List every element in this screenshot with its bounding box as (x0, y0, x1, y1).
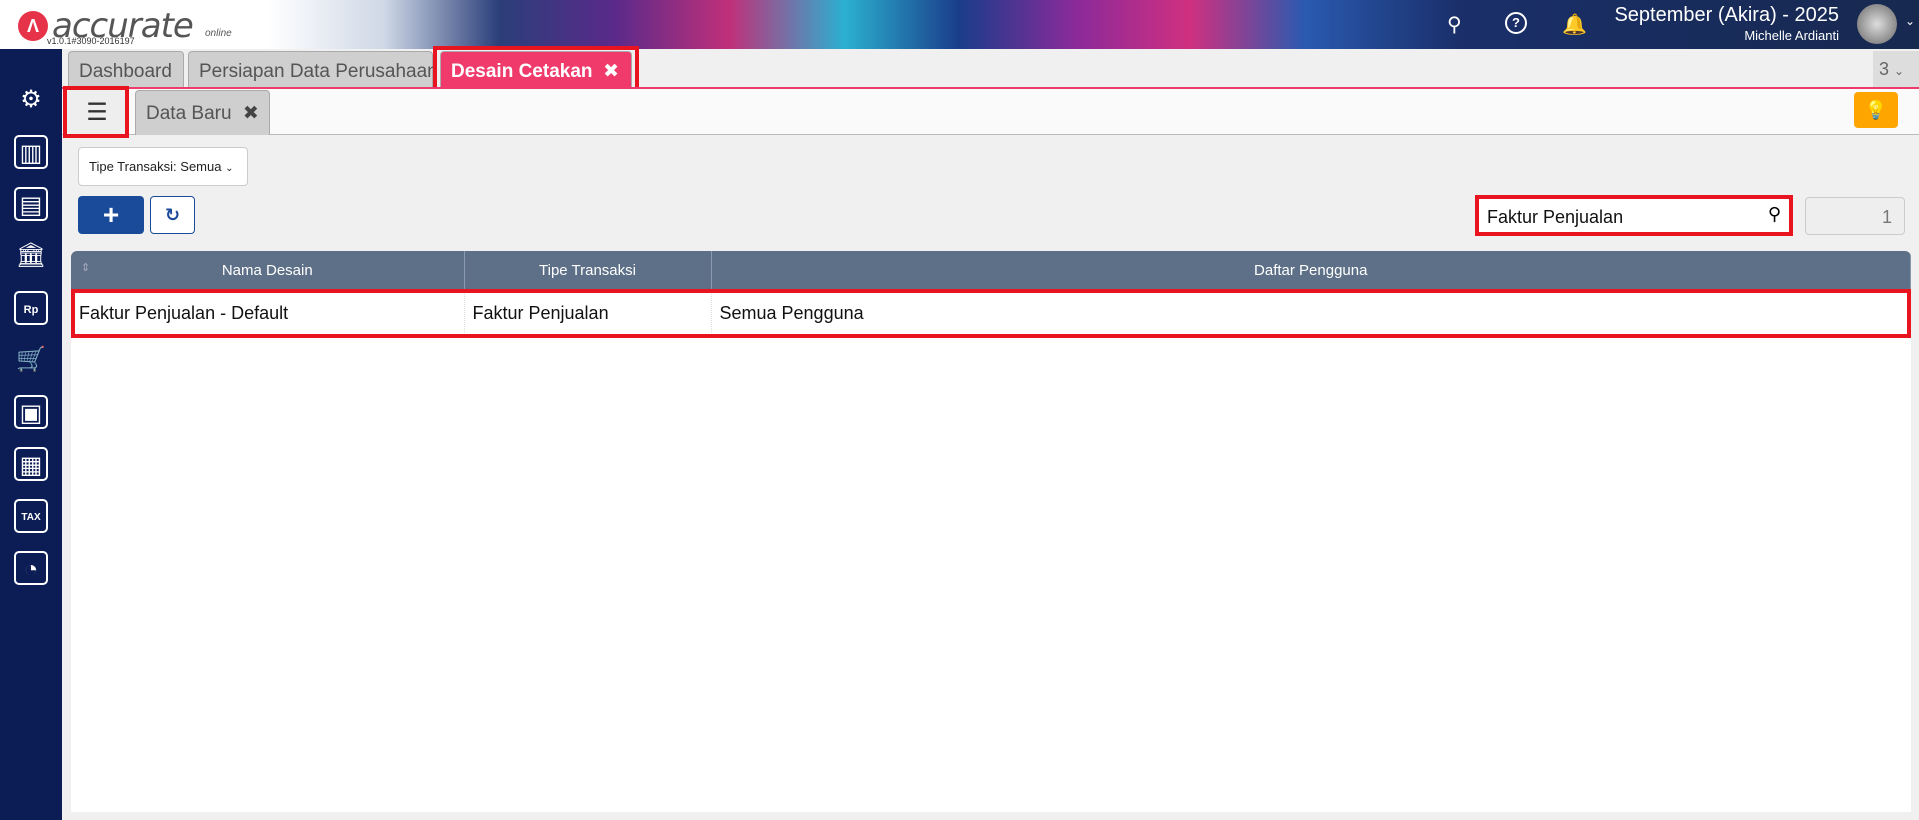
avatar[interactable] (1857, 4, 1897, 44)
tab-count-dropdown[interactable]: 3 ⌄ (1873, 51, 1919, 87)
tab-persiapan-data[interactable]: Persiapan Data Perusahaan (188, 51, 438, 88)
transaction-type-filter[interactable]: Tipe Transaksi: Semua ⌄ (78, 147, 248, 186)
close-icon[interactable]: ✖ (243, 103, 259, 124)
purchase-cart-icon[interactable]: 🛒 (14, 343, 48, 377)
asset-icon[interactable]: ▦ (14, 447, 48, 481)
tab-desain-cetakan[interactable]: Desain Cetakan ✖ (440, 51, 632, 88)
refresh-button[interactable]: ↻ (150, 196, 195, 234)
search-value: Faktur Penjualan (1487, 207, 1624, 227)
user-name: Michelle Ardianti (1744, 28, 1839, 43)
list-icon: ☰ (86, 98, 108, 126)
add-button[interactable]: + (78, 196, 144, 234)
hint-button[interactable]: 💡 (1854, 92, 1898, 128)
tab-label: Data Baru (146, 103, 232, 124)
column-label: Tipe Transaksi (539, 262, 636, 279)
cell-transaction-type: Faktur Penjualan (464, 290, 712, 337)
tab-label: Dashboard (79, 61, 172, 82)
cell-users: Semua Pengguna (711, 290, 1911, 337)
plus-icon: + (102, 199, 120, 230)
sort-icon[interactable]: ⇕ (81, 261, 90, 274)
version-text: v1.0.1#3090-2016197 (47, 36, 135, 46)
sales-icon[interactable]: Rp (14, 291, 48, 325)
list-view-button[interactable]: ☰ (67, 89, 127, 135)
cell-design-name: Faktur Penjualan - Default (71, 290, 465, 337)
ledger-icon[interactable]: ▤ (14, 187, 48, 221)
sidebar: ⚙ ▥ ▤ 🏛 Rp 🛒 ▣ ▦ TAX ◔ (0, 49, 62, 820)
bank-icon[interactable]: 🏛 (14, 239, 48, 273)
column-label: Daftar Pengguna (1254, 262, 1368, 279)
top-header: Λ accurate online v1.0.1#3090-2016197 ⚲ … (0, 0, 1919, 49)
bell-icon[interactable]: 🔔 (1562, 12, 1587, 37)
column-header[interactable]: ⇕ Nama Desain (71, 251, 465, 290)
filter-label: Tipe Transaksi: Semua (89, 159, 222, 174)
search-icon[interactable]: ⚲ (1447, 12, 1462, 37)
table-row[interactable]: Faktur Penjualan - Default Faktur Penjua… (71, 290, 1911, 337)
close-icon[interactable]: ✖ (603, 60, 619, 83)
column-label: Nama Desain (221, 262, 313, 279)
column-header[interactable]: Daftar Pengguna (711, 251, 1911, 290)
settings-icon[interactable]: ⚙ (14, 83, 48, 117)
record-count: 1 (1805, 197, 1905, 235)
tax-icon[interactable]: TAX (14, 499, 48, 533)
inventory-icon[interactable]: ▣ (14, 395, 48, 429)
chevron-down-icon: ⌄ (225, 163, 234, 174)
subtab-bar (62, 89, 1919, 135)
subtab-data-baru[interactable]: Data Baru ✖ (135, 90, 270, 135)
search-input[interactable]: Faktur Penjualan ⚲ (1475, 195, 1793, 236)
logo-sub: online (205, 28, 232, 39)
logo-mark-icon: Λ (18, 11, 48, 41)
period-label[interactable]: September (Akira) - 2025 (1614, 4, 1839, 27)
lightbulb-icon: 💡 (1864, 99, 1888, 120)
company-icon[interactable]: ▥ (14, 135, 48, 169)
tab-label: Desain Cetakan (451, 61, 593, 82)
chevron-down-icon[interactable]: ⌄ (1905, 14, 1915, 28)
report-icon[interactable]: ◔ (14, 551, 48, 585)
tab-count: 3 (1879, 59, 1890, 79)
search-icon[interactable]: ⚲ (1768, 204, 1781, 225)
tab-label: Persiapan Data Perusahaan (199, 61, 438, 82)
column-header[interactable]: Tipe Transaksi (464, 251, 712, 290)
refresh-icon: ↻ (164, 204, 181, 225)
help-icon[interactable]: ? (1505, 12, 1527, 34)
design-table: ⇕ Nama Desain Tipe Transaksi Daftar Pengg… (71, 251, 1911, 812)
chevron-down-icon: ⌄ (1894, 64, 1905, 78)
tab-dashboard[interactable]: Dashboard (68, 51, 184, 88)
